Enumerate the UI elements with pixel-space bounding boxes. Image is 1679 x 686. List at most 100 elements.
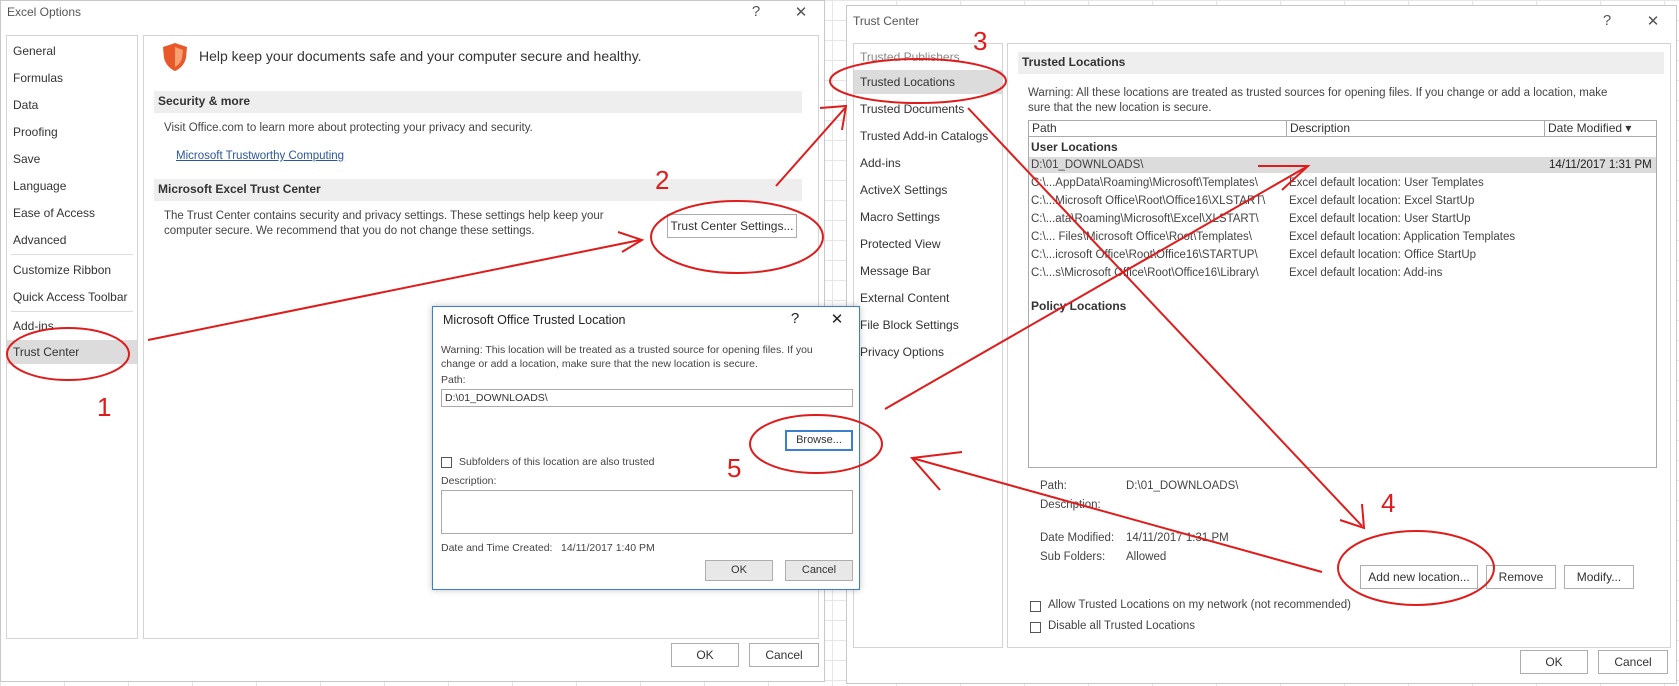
- nav-quick-access-toolbar[interactable]: Quick Access Toolbar: [13, 290, 128, 304]
- table-row[interactable]: C:\... Files\Microsoft Office\Root\Templ…: [1029, 229, 1656, 245]
- row-path: D:\01_DOWNLOADS\: [1031, 159, 1144, 171]
- nav-data[interactable]: Data: [13, 98, 38, 112]
- shield-icon: [163, 43, 187, 71]
- nav-trusted-add-in-catalogs[interactable]: Trusted Add-in Catalogs: [860, 129, 988, 143]
- close-button[interactable]: ✕: [827, 310, 847, 328]
- trusted-locations-panel: Trusted Locations Warning: All these loc…: [1007, 43, 1671, 648]
- date-created-value: 14/11/2017 1:40 PM: [561, 542, 655, 554]
- description-input[interactable]: [441, 490, 853, 534]
- row-path: C:\...AppData\Roaming\Microsoft\Template…: [1031, 177, 1258, 189]
- annotation-number-3: 3: [973, 26, 988, 56]
- nav-activex-settings[interactable]: ActiveX Settings: [860, 183, 947, 197]
- column-date-modified[interactable]: Date Modified ▾: [1545, 121, 1656, 137]
- row-date: 14/11/2017 1:31 PM: [1549, 159, 1652, 171]
- table-row[interactable]: D:\01_DOWNLOADS\ 14/11/2017 1:31 PM: [1029, 157, 1656, 173]
- row-desc: Excel default location: Application Temp…: [1289, 231, 1516, 243]
- nav-external-content[interactable]: External Content: [860, 291, 949, 305]
- nav-ease-of-access[interactable]: Ease of Access: [13, 206, 95, 220]
- browse-button[interactable]: Browse...: [785, 430, 853, 451]
- excel-options-cancel-button[interactable]: Cancel: [749, 643, 819, 667]
- trust-text-1: The Trust Center contains security and p…: [164, 210, 604, 222]
- annotation-number-2: 2: [655, 165, 670, 195]
- help-button[interactable]: ?: [785, 310, 805, 327]
- nav-customize-ribbon[interactable]: Customize Ribbon: [13, 263, 111, 277]
- subfolders-label: Subfolders of this location are also tru…: [459, 456, 655, 468]
- add-new-location-button[interactable]: Add new location...: [1360, 565, 1478, 589]
- nav-language[interactable]: Language: [13, 179, 66, 193]
- trusted-locations-warning-1: Warning: All these locations are treated…: [1028, 87, 1608, 99]
- table-row[interactable]: C:\...Microsoft Office\Root\Office16\XLS…: [1029, 193, 1656, 209]
- nav-message-bar[interactable]: Message Bar: [860, 264, 931, 278]
- nav-protected-view[interactable]: Protected View: [860, 237, 941, 251]
- remove-button[interactable]: Remove: [1486, 565, 1556, 589]
- trust-center-cancel-button[interactable]: Cancel: [1598, 650, 1668, 674]
- detail-description-label: Description:: [1040, 499, 1101, 511]
- trust-heading: Help keep your documents safe and your c…: [199, 48, 642, 64]
- date-created-label: Date and Time Created:: [441, 542, 553, 554]
- trust-center-ok-button[interactable]: OK: [1520, 650, 1588, 674]
- subfolders-checkbox[interactable]: [441, 457, 452, 468]
- nav-file-block-settings[interactable]: File Block Settings: [860, 318, 959, 332]
- excel-options-title: Excel Options: [7, 5, 82, 19]
- table-row[interactable]: C:\...s\Microsoft Office\Root\Office16\L…: [1029, 265, 1656, 281]
- trusted-location-dialog: Microsoft Office Trusted Location ? ✕ Wa…: [432, 306, 860, 590]
- table-row[interactable]: C:\...ata\Roaming\Microsoft\Excel\XLSTAR…: [1029, 211, 1656, 227]
- description-label: Description:: [441, 475, 497, 487]
- nav-trusted-documents[interactable]: Trusted Documents: [860, 102, 964, 116]
- row-desc: Excel default location: Add-ins: [1289, 267, 1443, 279]
- trust-center-settings-button[interactable]: Trust Center Settings...: [667, 214, 797, 238]
- table-row[interactable]: C:\...icrosoft Office\Root\Office16\STAR…: [1029, 247, 1656, 263]
- nav-trusted-publishers[interactable]: Trusted Publishers: [860, 50, 960, 64]
- trustworthy-computing-link[interactable]: Microsoft Trustworthy Computing: [176, 150, 344, 162]
- nav-formulas[interactable]: Formulas: [13, 71, 63, 85]
- annotation-number-4: 4: [1381, 488, 1396, 518]
- user-locations-label: User Locations: [1031, 140, 1118, 154]
- row-path: C:\...s\Microsoft Office\Root\Office16\L…: [1031, 267, 1259, 279]
- detail-date-value: 14/11/2017 1:31 PM: [1126, 532, 1229, 544]
- table-row[interactable]: C:\...AppData\Roaming\Microsoft\Template…: [1029, 175, 1656, 191]
- nav-privacy-options[interactable]: Privacy Options: [860, 345, 944, 359]
- trust-center-title: Trust Center: [853, 14, 920, 28]
- trust-text-2: computer secure. We recommend that you d…: [164, 225, 535, 237]
- dialog-ok-button[interactable]: OK: [705, 560, 773, 581]
- row-path: C:\... Files\Microsoft Office\Root\Templ…: [1031, 231, 1252, 243]
- nav-divider: [11, 254, 133, 255]
- help-button[interactable]: ?: [1597, 12, 1617, 29]
- nav-trusted-locations[interactable]: Trusted Locations: [860, 75, 955, 89]
- column-path[interactable]: Path: [1029, 121, 1287, 137]
- help-button[interactable]: ?: [746, 3, 766, 20]
- nav-add-ins[interactable]: Add-ins: [13, 319, 54, 333]
- nav-macro-settings[interactable]: Macro Settings: [860, 210, 940, 224]
- column-description[interactable]: Description: [1287, 121, 1545, 137]
- modify-button[interactable]: Modify...: [1564, 565, 1634, 589]
- trusted-locations-header: Trusted Locations: [1018, 52, 1664, 74]
- nav-trust-center[interactable]: Trust Center: [13, 345, 79, 359]
- annotation-number-5: 5: [727, 453, 742, 483]
- dialog-warning-2: change or add a location, make sure that…: [441, 358, 758, 370]
- nav-advanced[interactable]: Advanced: [13, 233, 66, 247]
- row-desc: Excel default location: User Templates: [1289, 177, 1484, 189]
- path-input[interactable]: D:\01_DOWNLOADS\: [441, 389, 853, 407]
- disable-all-checkbox[interactable]: [1030, 622, 1041, 633]
- row-desc: Excel default location: Excel StartUp: [1289, 195, 1475, 207]
- disable-all-label: Disable all Trusted Locations: [1048, 620, 1196, 632]
- row-path: C:\...Microsoft Office\Root\Office16\XLS…: [1031, 195, 1266, 207]
- nav-add-ins[interactable]: Add-ins: [860, 156, 901, 170]
- dialog-cancel-button[interactable]: Cancel: [785, 560, 853, 581]
- nav-general[interactable]: General: [13, 44, 56, 58]
- dialog-path-label: Path:: [441, 374, 466, 386]
- row-path: C:\...icrosoft Office\Root\Office16\STAR…: [1031, 249, 1258, 261]
- nav-proofing[interactable]: Proofing: [13, 125, 58, 139]
- dialog-title: Microsoft Office Trusted Location: [443, 313, 626, 327]
- detail-path-label: Path:: [1040, 480, 1067, 492]
- excel-options-ok-button[interactable]: OK: [671, 643, 739, 667]
- allow-network-checkbox[interactable]: [1030, 601, 1041, 612]
- close-button[interactable]: ✕: [1643, 12, 1663, 30]
- nav-save[interactable]: Save: [13, 152, 40, 166]
- security-text: Visit Office.com to learn more about pro…: [164, 122, 533, 134]
- locations-list[interactable]: Path Description Date Modified ▾ User Lo…: [1028, 120, 1657, 468]
- security-section-header: Security & more: [154, 91, 802, 113]
- allow-network-label: Allow Trusted Locations on my network (n…: [1048, 599, 1351, 611]
- detail-subfolders-label: Sub Folders:: [1040, 551, 1106, 563]
- close-button[interactable]: ✕: [791, 3, 811, 21]
